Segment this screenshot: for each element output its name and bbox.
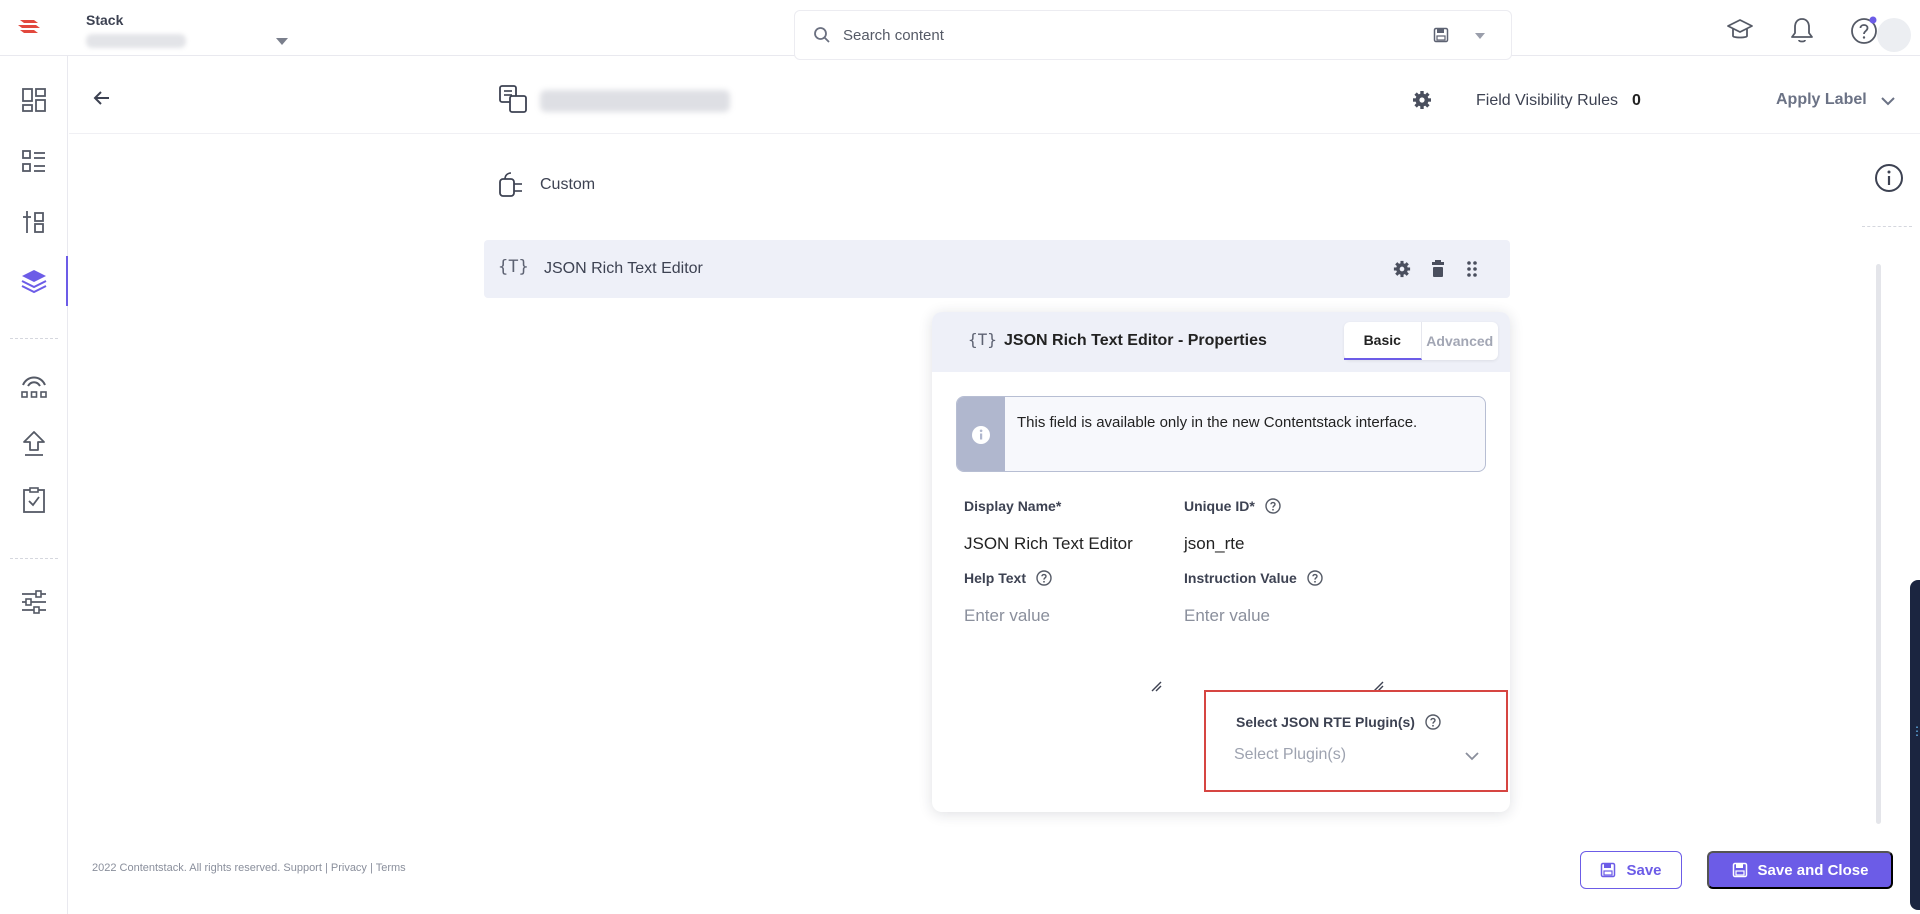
top-bar: Stack Search content bbox=[0, 0, 1920, 60]
json-rte-icon: {T} bbox=[498, 257, 529, 277]
unique-id-label: Unique ID* bbox=[1184, 498, 1281, 514]
field-visibility-rules-count: 0 bbox=[1632, 92, 1641, 109]
info-circle-icon[interactable] bbox=[1874, 163, 1904, 193]
clipboard-check-icon bbox=[23, 487, 45, 513]
search-icon bbox=[814, 27, 830, 43]
instruction-value-label-text: Instruction Value bbox=[1184, 570, 1297, 586]
nav-active-indicator bbox=[66, 256, 68, 306]
nav-workflows[interactable] bbox=[16, 368, 52, 404]
header-divider bbox=[69, 133, 1920, 134]
tab-basic[interactable]: Basic bbox=[1344, 322, 1422, 360]
properties-panel: {T} JSON Rich Text Editor - Properties B… bbox=[932, 312, 1510, 812]
save-button-label: Save bbox=[1626, 861, 1662, 879]
save-and-close-button[interactable]: Save and Close bbox=[1707, 851, 1893, 889]
right-panel-divider bbox=[1862, 226, 1912, 227]
nav-settings[interactable] bbox=[16, 584, 52, 620]
back-arrow-icon[interactable] bbox=[92, 88, 112, 108]
dashboard-icon bbox=[22, 88, 46, 112]
notifications-bell-icon[interactable] bbox=[1786, 14, 1818, 46]
display-name-label: Display Name* bbox=[964, 498, 1061, 514]
help-question-icon[interactable] bbox=[1307, 570, 1323, 586]
chevron-down-icon[interactable] bbox=[1464, 750, 1480, 762]
help-icon[interactable] bbox=[1848, 14, 1880, 46]
help-text-input[interactable]: Enter value bbox=[964, 606, 1050, 626]
content-type-icon bbox=[499, 85, 527, 113]
saved-search-icon[interactable] bbox=[1433, 27, 1449, 43]
plugin-select-highlight: Select JSON RTE Plugin(s) Select Plugin(… bbox=[1204, 690, 1508, 792]
plugin-select-label: Select JSON RTE Plugin(s) bbox=[1236, 714, 1441, 730]
field-label-json-rte: JSON Rich Text Editor bbox=[544, 260, 703, 277]
unique-id-label-text: Unique ID* bbox=[1184, 498, 1255, 514]
academy-icon[interactable] bbox=[1724, 14, 1756, 46]
assets-icon bbox=[23, 211, 44, 233]
properties-title: JSON Rich Text Editor - Properties bbox=[1004, 332, 1267, 349]
nav-divider bbox=[10, 558, 58, 559]
json-rte-icon: {T} bbox=[968, 330, 997, 349]
left-navigation bbox=[0, 56, 68, 914]
help-text-label-text: Help Text bbox=[964, 570, 1026, 586]
content-type-name bbox=[540, 90, 730, 112]
layers-icon bbox=[21, 270, 47, 294]
scrollbar[interactable] bbox=[1876, 264, 1881, 824]
help-question-icon[interactable] bbox=[1425, 714, 1441, 730]
search-filter-dropdown-icon[interactable] bbox=[1475, 33, 1485, 39]
plugin-select-label-text: Select JSON RTE Plugin(s) bbox=[1236, 714, 1415, 730]
save-button[interactable]: Save bbox=[1580, 851, 1682, 889]
side-drawer-tab[interactable] bbox=[1910, 580, 1920, 910]
nav-dashboard[interactable] bbox=[16, 82, 52, 118]
apply-label-button[interactable]: Apply Label bbox=[1776, 91, 1867, 109]
field-row-custom[interactable]: Custom bbox=[496, 168, 595, 202]
instruction-value-input[interactable]: Enter value bbox=[1184, 606, 1270, 626]
help-question-icon[interactable] bbox=[1036, 570, 1052, 586]
info-banner-text: This field is available only in the new … bbox=[1017, 414, 1418, 431]
footer-copyright: 2022 Contentstack. All rights reserved. … bbox=[92, 862, 406, 874]
display-name-input[interactable]: JSON Rich Text Editor bbox=[964, 534, 1133, 554]
plugin-select-dropdown[interactable]: Select Plugin(s) bbox=[1234, 746, 1346, 764]
info-banner-side bbox=[957, 397, 1005, 471]
textarea-resize-handle-icon[interactable] bbox=[1150, 680, 1162, 692]
display-name-label-text: Display Name* bbox=[964, 498, 1062, 514]
entries-list-icon bbox=[22, 150, 45, 172]
upload-icon bbox=[23, 431, 45, 456]
help-text-label: Help Text bbox=[964, 570, 1052, 586]
search-input[interactable]: Search content bbox=[843, 27, 944, 44]
nav-tasks[interactable] bbox=[16, 482, 52, 518]
user-avatar[interactable] bbox=[1877, 18, 1911, 52]
drawer-handle-icon[interactable]: ⋮ bbox=[1911, 724, 1920, 738]
nav-divider bbox=[10, 338, 58, 339]
instruction-value-label: Instruction Value bbox=[1184, 570, 1323, 586]
field-row-json-rte[interactable]: {T} JSON Rich Text Editor bbox=[484, 240, 1510, 298]
nav-entries[interactable] bbox=[16, 143, 52, 179]
properties-header: {T} JSON Rich Text Editor - Properties B… bbox=[932, 312, 1510, 372]
stack-label: Stack bbox=[86, 12, 124, 28]
unique-id-input[interactable]: json_rte bbox=[1184, 534, 1244, 554]
nav-content-models[interactable] bbox=[16, 263, 52, 299]
field-label-custom: Custom bbox=[540, 176, 596, 193]
info-icon bbox=[972, 426, 990, 444]
drag-handle-icon[interactable] bbox=[1466, 260, 1478, 278]
save-icon bbox=[1601, 862, 1616, 878]
stack-name[interactable] bbox=[86, 34, 186, 48]
search-bar[interactable]: Search content bbox=[794, 10, 1512, 60]
help-question-icon[interactable] bbox=[1265, 498, 1281, 514]
info-banner: This field is available only in the new … bbox=[956, 396, 1486, 472]
nav-assets[interactable] bbox=[16, 204, 52, 240]
field-visibility-rules-link[interactable]: Field Visibility Rules bbox=[1476, 92, 1618, 110]
settings-sliders-icon bbox=[22, 590, 46, 614]
save-icon bbox=[1732, 862, 1747, 878]
contentstack-logo-icon[interactable] bbox=[14, 12, 44, 42]
custom-field-icon bbox=[499, 172, 522, 197]
workflow-icon bbox=[21, 376, 47, 398]
settings-gear-icon[interactable] bbox=[1412, 90, 1432, 110]
stack-dropdown-icon[interactable] bbox=[276, 38, 288, 45]
delete-trash-icon[interactable] bbox=[1430, 260, 1446, 278]
save-and-close-button-label: Save and Close bbox=[1757, 861, 1869, 879]
properties-tabs: Basic Advanced bbox=[1344, 322, 1498, 360]
nav-publish-queue[interactable] bbox=[16, 426, 52, 462]
tab-advanced[interactable]: Advanced bbox=[1422, 322, 1499, 360]
chevron-down-icon[interactable] bbox=[1880, 94, 1896, 108]
field-settings-gear-icon[interactable] bbox=[1393, 260, 1411, 278]
